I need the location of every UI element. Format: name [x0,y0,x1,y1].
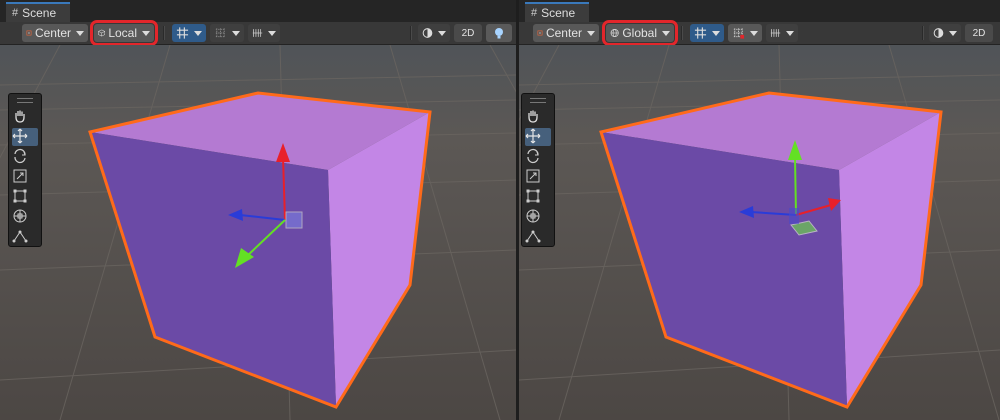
hand-icon [528,110,538,123]
custom-tool-icon [525,230,541,243]
chevron-down-icon [750,30,758,36]
transform-icon [526,209,540,223]
mode-2d-label: 2D [461,27,475,39]
tab-label: Scene [541,6,576,20]
transform-tool[interactable] [525,208,551,226]
hand-icon [15,110,25,123]
move-tool[interactable] [525,128,551,146]
increment-snap-toggle[interactable] [210,24,244,42]
scene-view-local: # Scene Center Local 2D [0,0,516,420]
rotate-icon [527,148,539,164]
custom-tool[interactable] [12,228,38,246]
chevron-down-icon [662,30,670,36]
transform-tool[interactable] [12,208,38,226]
rect-tool[interactable] [12,188,38,206]
light-bulb-icon [495,28,503,39]
snap-increment-icon [733,28,745,39]
pivot-label: Center [545,26,582,40]
rect-icon [13,189,27,203]
scene-render [519,45,1000,420]
chevron-down-icon [712,30,720,36]
toolbar-separator [410,26,412,40]
hand-tool[interactable] [12,108,38,126]
grid-snap-icon [694,27,707,39]
lighting-toggle[interactable] [486,24,512,42]
rotate-icon [14,148,26,164]
toolbar-separator [163,26,165,40]
grid-visibility-toggle[interactable] [766,24,798,42]
space-mode-dropdown[interactable]: Global [602,20,678,46]
scene-viewport[interactable] [0,45,516,420]
shading-sphere-icon [422,28,433,38]
mode-2d-toggle[interactable]: 2D [965,24,993,42]
space-label: Global [622,26,657,40]
scene-viewport[interactable] [519,45,1000,420]
increment-snap-toggle[interactable] [728,24,762,42]
custom-tool[interactable] [525,228,551,246]
chevron-down-icon [76,30,84,36]
pivot-label: Center [34,26,71,40]
rotate-tool[interactable] [525,148,551,166]
drag-handle[interactable] [17,98,33,103]
scale-icon [526,169,540,183]
space-mode-dropdown[interactable]: Local [90,20,158,46]
grid-icon: # [531,7,538,19]
chevron-down-icon [268,30,276,36]
draw-mode-dropdown[interactable] [418,24,450,42]
scene-toolbar: Center Local 2D [0,20,516,46]
scene-render [0,45,516,420]
grid-lines-icon [252,29,263,37]
chevron-down-icon [949,30,957,36]
rect-tool[interactable] [525,188,551,206]
tools-overlay [521,93,555,247]
grid-snap-icon [176,27,189,39]
local-cube-icon [98,29,106,37]
drag-handle[interactable] [530,98,546,103]
tab-bar: # Scene [519,0,1000,22]
grid-icon: # [12,7,19,19]
scale-tool[interactable] [525,168,551,186]
scale-tool[interactable] [12,168,38,186]
chevron-down-icon [438,30,446,36]
pivot-mode-dropdown[interactable]: Center [22,24,88,42]
tools-overlay [8,93,42,247]
custom-tool-icon [12,230,28,243]
tab-scene[interactable]: # Scene [6,2,70,22]
transform-icon [13,209,27,223]
move-icon [12,128,28,144]
chevron-down-icon [786,30,794,36]
draw-mode-dropdown[interactable] [929,24,961,42]
toolbar-separator [922,26,924,40]
chevron-down-icon [587,30,595,36]
pivot-icon [537,30,543,36]
tab-bar: # Scene [0,0,516,22]
scene-view-global: # Scene Center Global 2D [519,0,1000,420]
mode-2d-label: 2D [972,27,986,39]
pivot-icon [26,30,32,36]
hand-tool[interactable] [525,108,551,126]
tab-scene[interactable]: # Scene [525,2,589,22]
shading-sphere-icon [933,28,944,38]
snap-increment-icon [215,28,226,38]
mode-2d-toggle[interactable]: 2D [454,24,482,42]
chevron-down-icon [142,30,150,36]
grid-snap-toggle[interactable] [690,24,724,42]
chevron-down-icon [232,30,240,36]
move-icon [525,128,541,144]
grid-visibility-toggle[interactable] [248,24,280,42]
pivot-mode-dropdown[interactable]: Center [533,24,599,42]
chevron-down-icon [194,30,202,36]
rotate-tool[interactable] [12,148,38,166]
grid-lines-icon [770,29,781,37]
space-label: Local [108,26,137,40]
rect-icon [526,189,540,203]
move-tool[interactable] [12,128,38,146]
tab-label: Scene [22,6,57,20]
toolbar-separator [681,26,683,40]
scene-toolbar: Center Global 2D [519,20,1000,46]
grid-snap-toggle[interactable] [172,24,206,42]
scale-icon [13,169,27,183]
globe-icon [610,28,619,38]
